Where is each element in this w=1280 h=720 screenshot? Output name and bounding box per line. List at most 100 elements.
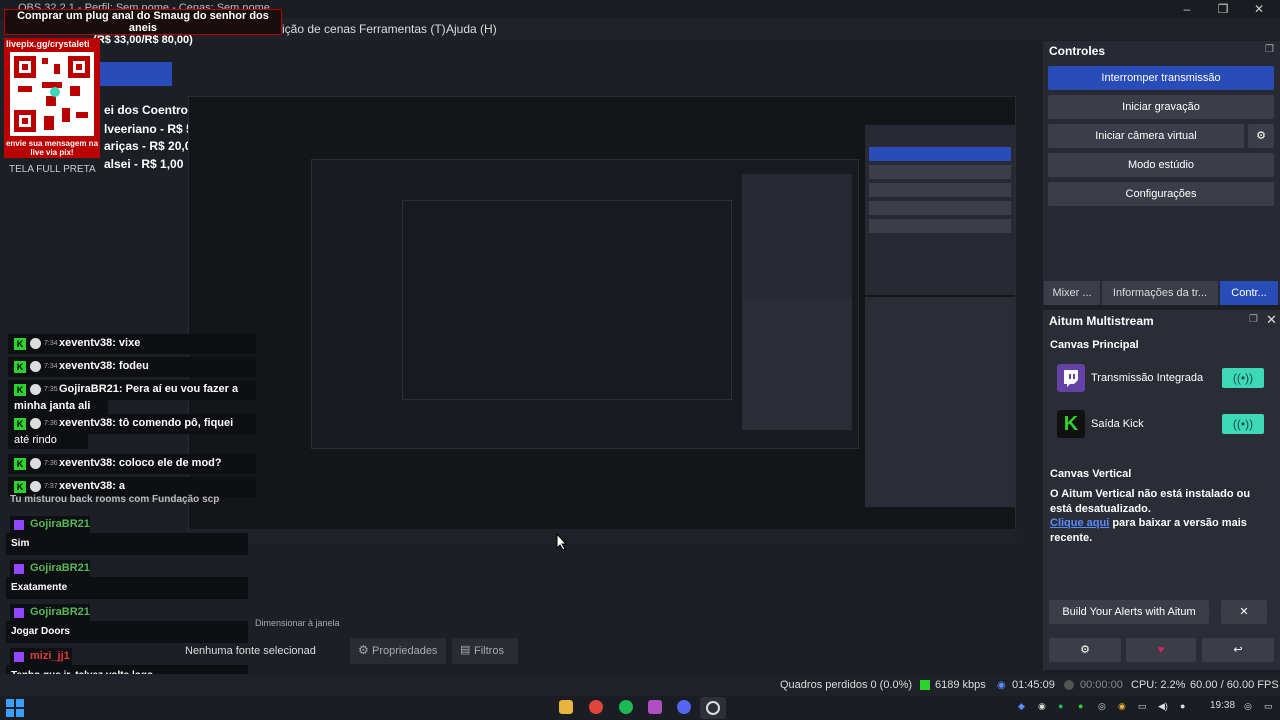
chat-text: até rindo	[14, 434, 57, 446]
author-name: mizi_jj1	[30, 650, 70, 662]
chat-author: GojiraBR21	[10, 604, 90, 622]
source-toolbar: Nenhuma fonte selecionad ⚙ Propriedades …	[180, 638, 1020, 664]
output-toggle-on[interactable]: ((•))	[1222, 368, 1264, 388]
canvas-vertical-heading: Canvas Vertical	[1050, 468, 1132, 480]
file-explorer-icon[interactable]	[559, 700, 573, 714]
tray-icon[interactable]: ●	[1078, 701, 1083, 711]
undock-icon[interactable]: ❐	[1249, 314, 1258, 325]
dropped-frames: Quadros perdidos 0 (0.0%)	[780, 679, 913, 691]
resize-to-window[interactable]: Dimensionar à janela	[255, 618, 340, 628]
menu-tools[interactable]: Ferramentas (T)	[359, 22, 446, 36]
app-icon[interactable]	[648, 700, 662, 714]
vertical-download-text: Clique aqui para baixar a versão mais re…	[1050, 516, 1272, 546]
studio-mode-button[interactable]: Modo estúdio	[1048, 153, 1274, 177]
chat-text: xeventv38: vixe	[59, 337, 141, 349]
nested-controls	[865, 125, 1015, 295]
discord-icon[interactable]	[677, 700, 691, 714]
undock-icon[interactable]: ❐	[1265, 44, 1274, 55]
donation-goal-banner: Comprar um plug anal do Smaug do senhor …	[4, 9, 282, 46]
chat-time: 7:36	[44, 460, 58, 467]
start-virtual-camera-button[interactable]: Iniciar câmera virtual	[1048, 124, 1244, 148]
nested-aitum	[865, 297, 1015, 507]
close-button[interactable]: ✕	[1242, 0, 1276, 18]
author-name: GojiraBR21	[30, 562, 90, 574]
output-toggle-on[interactable]: ((•))	[1222, 414, 1264, 434]
volume-icon[interactable]: ◀)	[1158, 701, 1168, 712]
twitch-icon	[14, 652, 24, 662]
vertical-warning: O Aitum Vertical não está instalado ou e…	[1050, 488, 1251, 515]
tab-controls[interactable]: Contr...	[1220, 281, 1278, 305]
filters-label: Filtros	[474, 645, 504, 657]
twitch-icon	[1057, 364, 1085, 392]
stop-stream-button[interactable]: Interromper transmissão	[1048, 66, 1274, 90]
notification-icon[interactable]: ▭	[1264, 701, 1273, 712]
chat-time: 7:35	[44, 386, 58, 393]
avatar	[30, 338, 41, 349]
chat-time: 7:36	[44, 420, 58, 427]
bitrate: 6189 kbps	[935, 679, 986, 691]
stream-time: 01:45:09	[1012, 679, 1055, 691]
settings-button[interactable]: Configurações	[1048, 182, 1274, 206]
dismiss-alerts-icon[interactable]: ✕	[1221, 600, 1267, 624]
filters-button[interactable]: ▤ Filtros	[452, 638, 518, 664]
avatar	[30, 361, 41, 372]
chat-text: xeventv38: tô comendo pô, fiquei	[59, 417, 234, 429]
chat-text: xeventv38: a	[59, 480, 126, 492]
spotify-icon[interactable]	[619, 700, 633, 714]
donor-line: alsei - R$ 1,00	[104, 157, 184, 171]
discord-icon[interactable]: ↩	[1202, 638, 1274, 662]
scene-selected[interactable]	[100, 62, 172, 86]
tray-icon[interactable]: ◉	[1038, 701, 1046, 712]
record-time: 00:00:00	[1080, 679, 1123, 691]
network-icon[interactable]: ▭	[1138, 701, 1147, 712]
twitch-icon	[14, 564, 24, 574]
tray-icon[interactable]: ◎	[1244, 701, 1252, 712]
cpu-usage: CPU: 2.2%	[1131, 679, 1186, 691]
start-recording-button[interactable]: Iniciar gravação	[1048, 95, 1274, 119]
aitum-settings-icon[interactable]: ⚙	[1049, 638, 1121, 662]
kick-icon: K	[14, 361, 26, 373]
properties-button[interactable]: ⚙ Propriedades	[350, 638, 446, 664]
minimize-button[interactable]: –	[1170, 0, 1204, 18]
tab-stream-info[interactable]: Informações da tr...	[1102, 281, 1218, 305]
qr-caption: envie sua mensagem na live via pix!	[5, 139, 99, 157]
twitch-icon	[14, 608, 24, 618]
clock[interactable]: 19:38	[1210, 700, 1235, 711]
download-link[interactable]: Clique aqui	[1050, 517, 1109, 529]
chat-row: K 7:34 xeventv38: vixe	[8, 334, 256, 354]
obs-taskbar-button[interactable]	[700, 697, 726, 719]
menu-help[interactable]: Ajuda (H)	[446, 22, 497, 36]
chat-message: Sim	[6, 533, 248, 555]
controls-title: Controles	[1049, 44, 1106, 58]
build-alerts-button[interactable]: Build Your Alerts with Aitum	[1049, 600, 1209, 624]
kick-icon: K	[14, 458, 26, 470]
properties-label: Propriedades	[372, 645, 438, 657]
stream-tray-icon[interactable]: ◆	[1018, 701, 1025, 712]
heart-icon[interactable]: ♥	[1126, 638, 1196, 662]
chrome-icon[interactable]	[589, 700, 603, 714]
record-icon	[1064, 680, 1074, 690]
fps: 60.00 / 60.00 FPS	[1190, 679, 1279, 691]
preview-canvas[interactable]	[188, 96, 1017, 544]
tray-icon[interactable]: ◎	[1098, 701, 1106, 712]
taskbar	[0, 696, 1280, 720]
nested-statusbar	[189, 529, 1017, 544]
qr-url: livepix.gg/crystaleti	[6, 39, 90, 49]
close-icon[interactable]: ✕	[1266, 312, 1277, 328]
chat-message: Exatamente	[6, 577, 248, 599]
tab-mixer[interactable]: Mixer ...	[1044, 281, 1100, 305]
tray-icon[interactable]: ●	[1180, 701, 1185, 711]
chat-text: xeventv38: coloco ele de mod?	[59, 457, 222, 469]
donor-line: ariças - R$ 20,00	[104, 139, 199, 153]
stream-icon: ◉	[997, 680, 1006, 691]
avatar	[30, 384, 41, 395]
spotify-tray-icon[interactable]: ●	[1058, 701, 1063, 711]
chat-row: K 7:34 xeventv38: fodeu	[8, 357, 256, 377]
maximize-button[interactable]: ❐	[1206, 0, 1240, 18]
gear-icon: ⚙	[358, 643, 369, 657]
menu-scene-collection[interactable]: ição de cenas	[282, 22, 356, 36]
windows-start-icon[interactable]	[6, 699, 24, 717]
tray-icon[interactable]: ◉	[1118, 701, 1126, 712]
aitum-dock: Aitum Multistream ❐ ✕ Canvas Principal T…	[1043, 310, 1280, 670]
virtual-camera-gear-icon[interactable]: ⚙	[1248, 124, 1274, 148]
